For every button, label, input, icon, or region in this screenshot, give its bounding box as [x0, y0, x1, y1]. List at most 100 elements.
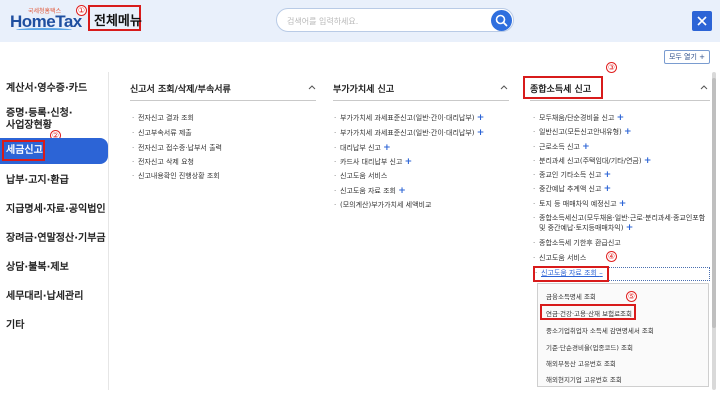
submenu-item[interactable]: 중소기업취업자 소득세 감면명세서 조회	[546, 327, 654, 336]
list-item[interactable]: · 모두채움/단순경비율 신고 +	[533, 113, 624, 123]
list-item-label: 부가가치세 과세표준신고(일반·간이·대리납부)	[340, 114, 475, 122]
list-item-label: 신고도움 자료 조회	[340, 187, 396, 195]
list-item-label: 전자신고 결과 조회	[138, 114, 194, 122]
list-item[interactable]: · 종합소득세신고(모두채움·일반·근로·분리과세·종교인포함	[533, 213, 705, 223]
list-item-label: 및 중간예납·토지등매매차익)	[539, 224, 624, 232]
chevron-up-icon[interactable]	[700, 83, 708, 91]
list-item[interactable]: · 신고도움 서비스	[334, 171, 387, 181]
list-item[interactable]: · 신고도움 서비스	[533, 253, 586, 263]
column-divider	[333, 100, 509, 101]
list-item-label: 신고도움 자료 조회	[541, 269, 597, 277]
annotation-3: ③	[606, 62, 617, 73]
annotation-1: ①	[76, 5, 87, 16]
annotation-4: ④	[606, 251, 617, 262]
income-tax-support-data-link[interactable]: · 신고도움 자료 조회 –	[535, 268, 603, 278]
plus-icon[interactable]: +	[619, 199, 627, 209]
list-item-label: 신고도움 서비스	[340, 172, 388, 180]
list-item[interactable]: · 일반신고(모든신고안내유형) +	[533, 127, 632, 137]
list-item-label: 중간예납 추계액 신고	[539, 185, 602, 193]
list-item-label: 부가가치세 과세표준신고(일반·간이·대리납부)	[340, 129, 475, 137]
search-button[interactable]	[491, 10, 512, 31]
list-item[interactable]: · (모의계산)부가가치세 세액비교	[334, 200, 431, 210]
sidebar-item-payment-statement[interactable]: 지급명세·자료·공익법인	[0, 203, 108, 216]
list-item[interactable]: · 대리납부 신고 +	[334, 143, 391, 153]
search-bar	[276, 8, 514, 32]
plus-icon[interactable]: +	[477, 128, 485, 138]
list-item[interactable]: · 전자신고 결과 조회	[132, 113, 194, 123]
sidebar-item-invoice-receipt-card[interactable]: 계산서·영수증·카드	[0, 82, 108, 95]
list-item[interactable]: · 카드사 대리납부 신고 +	[334, 157, 412, 167]
list-item-label: 종교인 기타소득 신고	[539, 171, 602, 179]
sidebar-item-payment-refund[interactable]: 납부·고지·환급	[0, 174, 108, 187]
list-item-label: 전자신고 접수증·납부서 출력	[138, 144, 222, 152]
column-divider	[130, 100, 316, 101]
list-item[interactable]: · 종교인 기타소득 신고 +	[533, 170, 611, 180]
list-item-label: 카드사 대리납부 신고	[340, 158, 403, 166]
plus-icon[interactable]: +	[383, 143, 391, 153]
plus-icon[interactable]: +	[398, 186, 406, 196]
list-item-continued: 및 중간예납·토지등매매차익) +	[539, 223, 633, 233]
column-heading-report-inquiry[interactable]: 신고서 조회/삭제/부속서류	[130, 82, 231, 96]
plus-icon[interactable]: +	[644, 156, 652, 166]
plus-icon[interactable]: +	[617, 113, 625, 123]
list-item-label: 일반신고(모든신고안내유형)	[539, 128, 622, 136]
list-item[interactable]: · 신고내용확인 진행상황 조회	[132, 171, 220, 181]
plus-icon[interactable]: +	[582, 142, 590, 152]
list-item-label: 종합소득세 기한후 환급신고	[539, 239, 621, 247]
plus-icon[interactable]: +	[626, 223, 634, 233]
list-item-label: 분리과세 신고(주택임대/기타/연금)	[539, 157, 642, 165]
support-data-submenu: 금융소득명세 조회 연금·건강·고용·산재 보험료조회 중소기업취업자 소득세 …	[537, 283, 709, 387]
list-item[interactable]: · 전자신고 접수증·납부서 출력	[132, 143, 222, 153]
list-item[interactable]: · 토지 등 매매차익 예정신고 +	[533, 199, 626, 209]
submenu-item[interactable]: 해외현지기업 고유번호 조회	[546, 376, 622, 385]
list-item-label: 신고내용확인 진행상황 조회	[138, 172, 220, 180]
close-button[interactable]	[692, 11, 712, 31]
sidebar-divider	[108, 72, 109, 390]
column-heading-vat[interactable]: 부가가치세 신고	[333, 82, 394, 96]
list-item[interactable]: · 전자신고 삭제 요청	[132, 157, 194, 167]
plus-icon[interactable]: +	[405, 157, 413, 167]
logo-swoosh	[16, 28, 72, 32]
list-item[interactable]: · 중간예납 추계액 신고 +	[533, 184, 611, 194]
list-item[interactable]: · 분리과세 신고(주택임대/기타/연금) +	[533, 156, 651, 166]
chevron-up-icon[interactable]	[500, 83, 508, 91]
sidebar-item-consult-appeal[interactable]: 상담·불복·제보	[0, 261, 108, 274]
header: 국세청홈택스 HomeTax ① 전체메뉴	[0, 0, 720, 42]
sidebar-item-incentive-settlement[interactable]: 장려금·연말정산·기부금	[0, 232, 108, 245]
list-item[interactable]: · 신고부속서류 제출	[132, 128, 192, 138]
list-item-label: 신고도움 서비스	[539, 254, 587, 262]
sidebar-item-etc[interactable]: 기타	[0, 319, 108, 332]
scrollbar-thumb[interactable]	[712, 78, 716, 328]
plus-icon[interactable]: +	[604, 170, 612, 180]
list-item-label: 신고부속서류 제출	[138, 129, 192, 137]
annotation-box-2	[2, 140, 45, 161]
page-title: 전체메뉴	[94, 14, 142, 29]
list-item-label: 근로소득 신고	[539, 143, 580, 151]
plus-icon[interactable]: +	[604, 184, 612, 194]
list-item-label: 전자신고 삭제 요청	[138, 158, 194, 166]
search-icon	[495, 14, 508, 27]
plus-icon[interactable]: +	[477, 113, 485, 123]
sidebar-item-tax-agent[interactable]: 세무대리·납세관리	[0, 290, 108, 303]
list-item[interactable]: · 근로소득 신고 +	[533, 142, 590, 152]
list-item[interactable]: · 부가가치세 과세표준신고(일반·간이·대리납부) +	[334, 113, 484, 123]
annotation-5: ⑤	[626, 291, 637, 302]
plus-icon[interactable]: +	[624, 127, 632, 137]
hometax-logo[interactable]: 국세청홈택스 HomeTax	[10, 6, 82, 34]
column-divider	[530, 100, 710, 101]
column-heading-income-tax[interactable]: 종합소득세 신고	[530, 82, 591, 96]
list-item-label: 대리납부 신고	[340, 144, 381, 152]
minus-icon[interactable]: –	[599, 269, 603, 277]
list-item[interactable]: · 신고도움 자료 조회 +	[334, 186, 406, 196]
submenu-item[interactable]: 금융소득명세 조회	[546, 293, 596, 302]
search-input[interactable]	[287, 13, 487, 29]
expand-all-button[interactable]: 모두 열기 +	[664, 50, 710, 64]
submenu-item[interactable]: 기준·단순경비율(업종코드) 조회	[546, 344, 633, 353]
list-item-label: 토지 등 매매차익 예정신고	[539, 200, 617, 208]
list-item-label: 모두채움/단순경비율 신고	[539, 114, 615, 122]
chevron-up-icon[interactable]	[308, 83, 316, 91]
list-item[interactable]: · 부가가치세 과세표준신고(일반·간이·대리납부) +	[334, 128, 484, 138]
submenu-item[interactable]: 해외부동산 고유번호 조회	[546, 360, 616, 369]
list-item[interactable]: · 종합소득세 기한후 환급신고	[533, 238, 621, 248]
close-icon	[697, 16, 707, 26]
